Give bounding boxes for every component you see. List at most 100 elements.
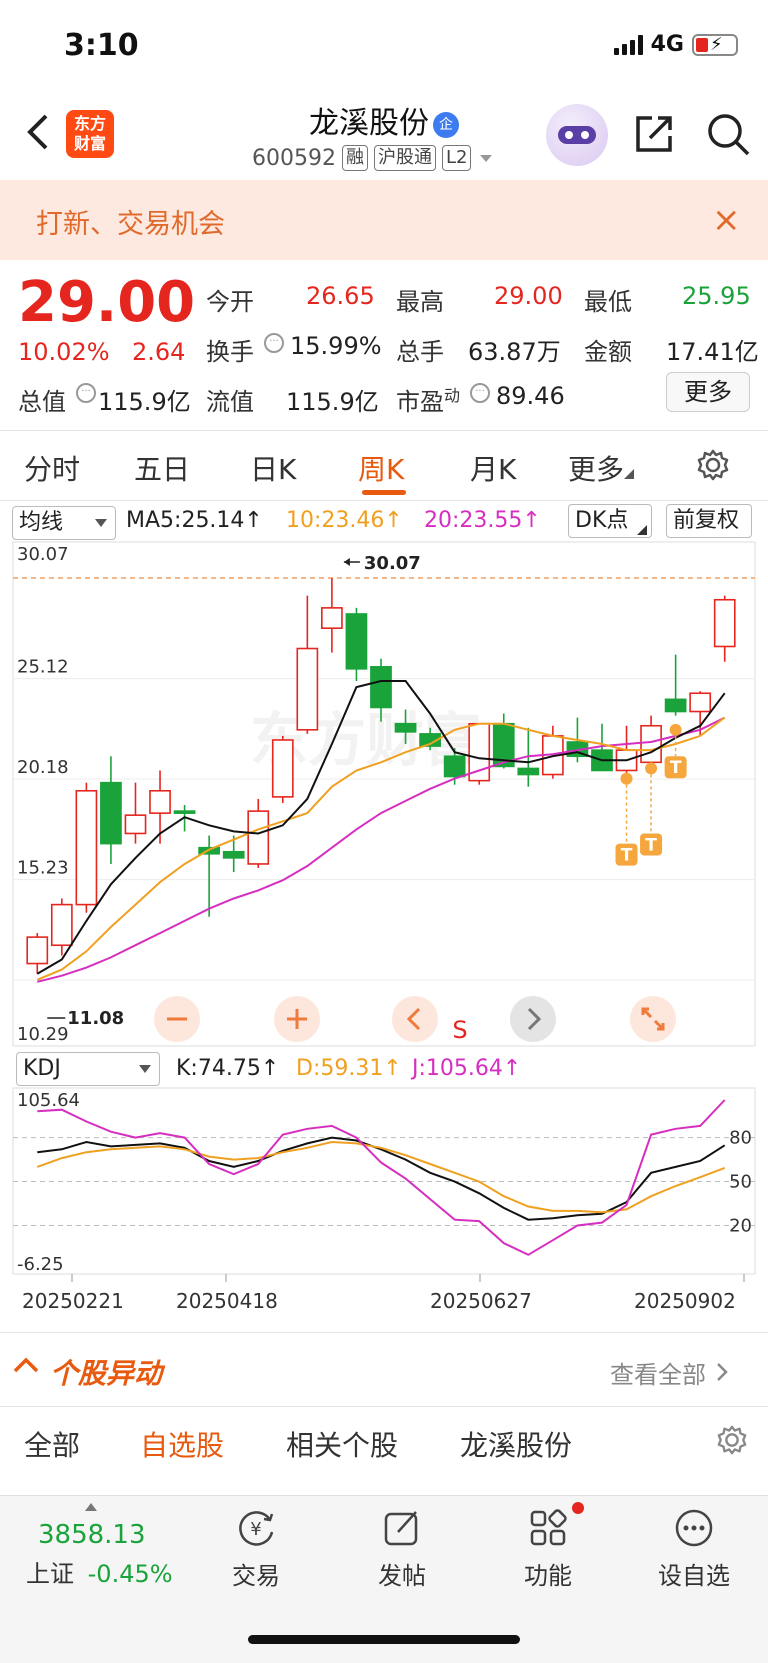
candlestick-chart[interactable]: 东方财富 TTT 30.0725.1220.1815.2310.2930.071… [0,540,768,1050]
notification-dot [572,1502,584,1514]
enterprise-badge-icon: 企 [433,111,459,138]
index-value[interactable]: 3858.13 [38,1520,146,1550]
tag-level2: L2 [441,145,472,171]
candle-up [713,598,736,648]
chevron-right-icon [527,1007,542,1031]
ma20-value: 20:23.55↑ [424,508,541,533]
value-low: 25.95 [682,282,751,310]
nav-functions[interactable]: 功能 [498,1506,598,1591]
network-type: 4G [650,32,684,57]
label-market-cap: 总值 [18,388,66,416]
current-price: 29.00 [18,270,196,335]
tab-intraday[interactable]: 分时 [24,448,80,488]
scroll-right-button[interactable] [510,996,556,1042]
filter-tab-watchlist[interactable]: 自选股 [140,1424,224,1464]
ma10-value: 10:23.46↑ [286,508,403,533]
value-turnover: 15.99% [290,332,382,360]
candle-up [149,789,171,814]
kdj-level-label: 50 [729,1172,752,1193]
caret-down-icon [139,1065,151,1073]
divider [0,1332,768,1333]
zoom-in-button[interactable] [274,996,320,1042]
kdj-max-label: 105.64 [17,1090,80,1111]
filter-tab-stock[interactable]: 龙溪股份 [460,1424,572,1464]
candle-up [689,692,712,713]
more-button[interactable]: 更多 [666,372,750,412]
index-label[interactable]: 上证 -0.45% [26,1554,173,1589]
candle-up [321,607,343,629]
tab-daily-k[interactable]: 日K [250,448,296,488]
filter-tab-related[interactable]: 相关个股 [286,1424,398,1464]
indicator-select-ma[interactable]: 均线 [12,506,116,540]
candle-up [271,739,294,798]
caret-up-icon [85,1503,97,1511]
stock-code: 600592 [252,145,336,171]
candle-up [26,936,49,965]
tab-more[interactable]: 更多 [568,448,635,488]
fullscreen-button[interactable] [630,996,676,1042]
collapse-button[interactable] [12,1348,40,1383]
close-icon[interactable]: × [712,200,741,240]
kdj-level-label: 80 [729,1128,752,1149]
tab-monthly-k[interactable]: 月K [470,448,516,488]
max-price-label: 30.07 [364,553,421,574]
share-icon[interactable] [632,112,676,156]
kdj-j-line [37,1099,726,1256]
view-all-link[interactable]: 查看全部 [610,1355,730,1390]
chevron-left-icon [406,1007,421,1031]
candle-up [75,789,98,906]
more-dots-icon [675,1509,713,1547]
caret-down-icon [95,519,107,527]
info-icon[interactable]: ··· [470,382,490,403]
candle-down [443,755,466,778]
candle-down [394,722,417,733]
s-marker-label: S [452,1016,467,1044]
candle-up [640,724,662,764]
filter-tab-all[interactable]: 全部 [24,1424,80,1464]
scroll-left-button[interactable] [392,996,438,1042]
label-amount: 金额 [584,338,632,366]
assistant-robot-icon[interactable] [546,104,608,166]
nav-add-watchlist[interactable]: 设自选 [644,1506,744,1591]
kdj-chart[interactable]: 105.64 -6.25 80 50 20 20250221 20250418 2025062… [0,1086,768,1336]
value-float-cap: 115.9亿 [286,388,379,416]
index-change: -0.45% [87,1560,173,1588]
y-tick-label: 15.23 [17,858,69,879]
nav-post[interactable]: 发帖 [352,1506,452,1591]
expand-icon [641,1007,665,1031]
tab-weekly-k[interactable]: 周K [358,448,404,488]
section-title: 个股异动 [50,1357,163,1390]
value-market-cap: 115.9亿 [98,388,191,416]
minus-icon [167,1017,187,1021]
max-pointer-arrow [343,558,350,566]
divider [0,430,768,431]
candle-down [222,850,245,859]
search-icon[interactable] [704,110,752,158]
candle-down [517,767,540,776]
tab-five-day[interactable]: 五日 [134,448,190,488]
indicator-select-kdj[interactable]: KDJ [16,1052,160,1086]
kdj-d-line [36,1140,726,1214]
kdj-d-value: D:59.31↑ [296,1056,402,1081]
nav-trade[interactable]: ¥ 交易 [206,1506,306,1591]
gear-icon[interactable] [696,448,730,482]
t-marker-label: T [621,846,633,866]
adjust-button[interactable]: 前复权 [666,504,752,538]
info-icon[interactable]: ··· [264,332,284,353]
change-percent: 10.02% [18,338,110,366]
candle-down [173,810,196,814]
label-volume: 总手 [396,338,444,366]
kdj-j-value: J:105.64↑ [412,1056,522,1081]
info-icon[interactable]: ··· [76,382,96,403]
x-tick-label: 20250627 [430,1289,532,1313]
stock-subtitle[interactable]: 600592 融 沪股通 L2 [252,145,495,171]
candle-up [50,903,73,947]
dk-point-button[interactable]: DK点 [568,504,652,538]
zoom-out-button[interactable] [154,996,200,1042]
gear-icon[interactable] [716,1424,748,1456]
divider [0,500,768,501]
caret-down-icon [480,155,493,162]
trade-icon: ¥ [239,1511,274,1546]
label-turnover: 换手 [206,338,254,366]
label-low: 最低 [584,288,632,316]
